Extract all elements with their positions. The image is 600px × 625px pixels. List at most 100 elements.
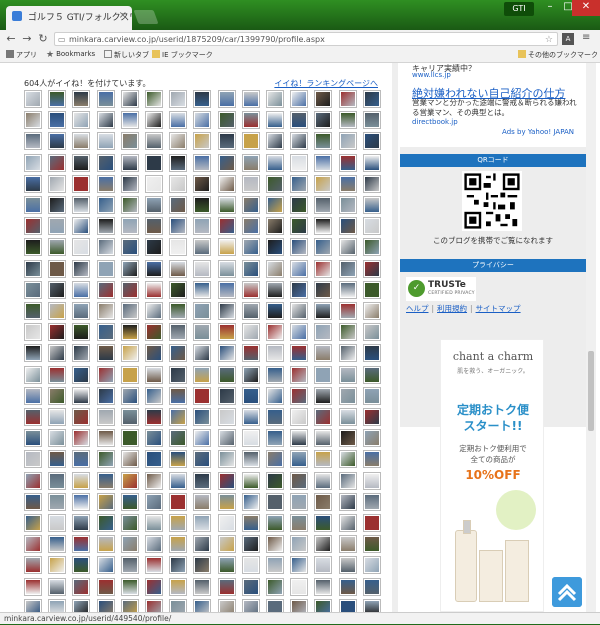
liker-avatar[interactable] [96,302,115,320]
liker-avatar[interactable] [217,386,236,405]
liker-avatar[interactable] [314,259,333,278]
browser-tab[interactable]: ゴルフ５ GTI/フォルクスワー × [6,6,132,30]
liker-avatar[interactable] [120,577,139,596]
menu-icon[interactable]: ≡ [582,32,590,43]
liker-avatar[interactable] [120,429,139,448]
liker-avatar[interactable] [145,217,163,236]
liker-avatar[interactable] [72,450,91,469]
truste-seal[interactable]: ✓ TRUSTe CERTIFIED PRIVACY [406,277,476,301]
liker-avatar[interactable] [193,535,212,554]
liker-avatar[interactable] [338,492,357,511]
liker-avatar[interactable] [145,429,163,448]
liker-avatar[interactable] [338,429,357,448]
liker-avatar[interactable] [169,492,188,511]
liker-avatar[interactable] [48,450,67,469]
liker-avatar[interactable] [338,111,357,130]
bookmark-ie[interactable]: IE ブックマーク [152,50,213,60]
liker-avatar[interactable] [48,429,67,448]
liker-avatar[interactable] [217,238,236,257]
liker-avatar[interactable] [193,577,212,596]
liker-avatar[interactable] [72,408,91,426]
liker-avatar[interactable] [120,492,139,511]
liker-avatar[interactable] [24,217,42,236]
liker-avatar[interactable] [96,386,115,405]
liker-avatar[interactable] [120,153,139,172]
liker-avatar[interactable] [169,323,188,342]
liker-avatar[interactable] [266,302,284,320]
liker-avatar[interactable] [145,450,163,469]
liker-avatar[interactable] [193,471,212,490]
liker-avatar[interactable] [169,429,188,448]
liker-avatar[interactable] [314,556,333,575]
liker-avatar[interactable] [193,514,212,532]
liker-avatar[interactable] [48,471,67,490]
liker-avatar[interactable] [48,196,67,214]
liker-avatar[interactable] [24,556,42,575]
liker-avatar[interactable] [362,153,381,172]
liker-avatar[interactable] [314,217,333,236]
liker-avatar[interactable] [145,344,163,363]
liker-avatar[interactable] [362,323,381,342]
liker-avatar[interactable] [290,450,309,469]
liker-avatar[interactable] [120,280,139,299]
liker-avatar[interactable] [72,492,91,511]
bookmark-new-tab[interactable]: 新しいタブ [104,50,149,60]
liker-avatar[interactable] [48,302,67,320]
liker-avatar[interactable] [362,238,381,257]
liker-avatar[interactable] [96,514,115,532]
liker-avatar[interactable] [96,238,115,257]
liker-avatar[interactable] [217,556,236,575]
liker-avatar[interactable] [24,471,42,490]
liker-avatar[interactable] [193,450,212,469]
liker-avatar[interactable] [290,196,309,214]
help-link[interactable]: ヘルプ [406,304,429,313]
liker-avatar[interactable] [145,259,163,278]
address-bar[interactable]: ▭ minkara.carview.co.jp/userid/1875209/c… [54,32,558,46]
liker-avatar[interactable] [145,492,163,511]
liker-avatar[interactable] [266,323,284,342]
liker-avatar[interactable] [362,386,381,405]
liker-avatar[interactable] [266,386,284,405]
liker-avatar[interactable] [120,217,139,236]
liker-avatar[interactable] [72,259,91,278]
liker-avatar[interactable] [241,280,260,299]
liker-avatar[interactable] [72,302,91,320]
liker-avatar[interactable] [48,238,67,257]
liker-avatar[interactable] [72,535,91,554]
liker-avatar[interactable] [314,577,333,596]
liker-avatar[interactable] [217,344,236,363]
liker-avatar[interactable] [145,408,163,426]
liker-avatar[interactable] [145,302,163,320]
liker-avatar[interactable] [290,471,309,490]
liker-avatar[interactable] [48,492,67,511]
liker-avatar[interactable] [48,323,67,342]
liker-avatar[interactable] [96,535,115,554]
liker-avatar[interactable] [266,132,284,151]
liker-avatar[interactable] [241,598,260,612]
liker-avatar[interactable] [72,386,91,405]
liker-avatar[interactable] [290,365,309,384]
bookmark-bookmarks[interactable]: ★ Bookmarks [46,50,95,60]
liker-avatar[interactable] [48,90,67,108]
liker-avatar[interactable] [241,556,260,575]
liker-avatar[interactable] [266,344,284,363]
liker-avatar[interactable] [338,196,357,214]
liker-avatar[interactable] [72,344,91,363]
page-info-icon[interactable]: ▭ [58,33,66,47]
liker-avatar[interactable] [193,280,212,299]
liker-avatar[interactable] [314,492,333,511]
sitemap-link[interactable]: サイトマップ [476,304,521,313]
liker-avatar[interactable] [266,471,284,490]
liker-avatar[interactable] [290,556,309,575]
liker-avatar[interactable] [145,196,163,214]
liker-avatar[interactable] [120,302,139,320]
liker-avatar[interactable] [314,111,333,130]
liker-avatar[interactable] [24,598,42,612]
liker-avatar[interactable] [48,259,67,278]
liker-avatar[interactable] [266,153,284,172]
ad2-url[interactable]: directbook.jp [412,118,458,126]
reload-icon[interactable]: ↻ [36,32,50,45]
liker-avatar[interactable] [96,577,115,596]
liker-avatar[interactable] [145,153,163,172]
liker-avatar[interactable] [169,386,188,405]
